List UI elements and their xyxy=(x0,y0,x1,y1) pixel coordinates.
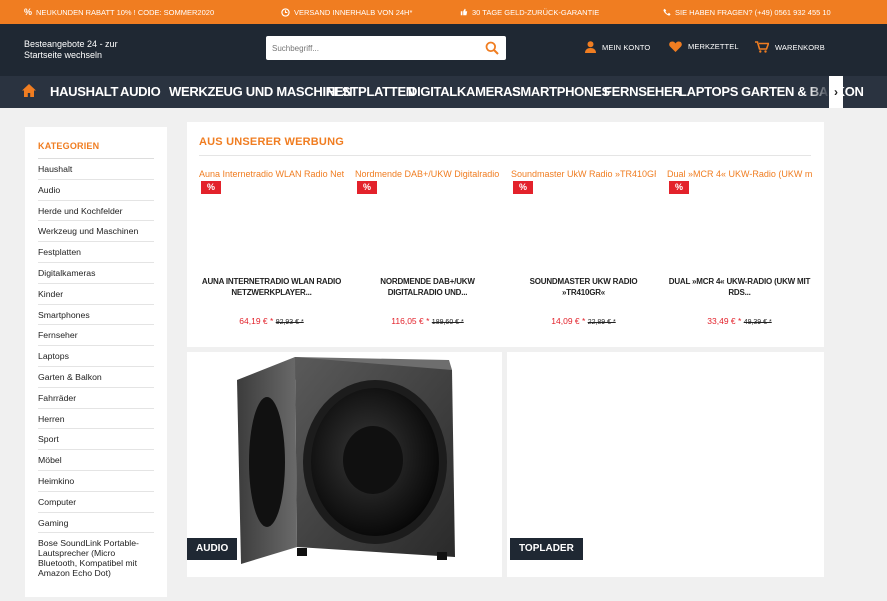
sidebar-item-audio[interactable]: Audio xyxy=(38,180,154,201)
sidebar-item-haushalt[interactable]: Haushalt xyxy=(38,159,154,180)
product-image-link[interactable]: Nordmende DAB+/UKW Digitalradio xyxy=(355,169,500,181)
sidebar-item-kinder[interactable]: Kinder xyxy=(38,284,154,305)
top-bar-item-contact: SIE HABEN FRAGEN? (+49) 0561 932 455 10 xyxy=(663,8,831,17)
percent-icon: % xyxy=(24,7,33,17)
discount-badge: % xyxy=(513,181,533,194)
sidebar-item-digitalkameras[interactable]: Digitalkameras xyxy=(38,263,154,284)
chevron-right-icon: › xyxy=(834,85,838,99)
cart-icon xyxy=(755,41,769,53)
wishlist-link[interactable]: MERKZETTEL xyxy=(669,41,739,52)
nav-item-garten-balkon[interactable]: GARTEN & BALKON xyxy=(741,76,864,108)
sidebar-title: KATEGORIEN xyxy=(38,141,100,151)
product-card: Dual »MCR 4« UKW-Radio (UKW mit RDS) % D… xyxy=(667,169,812,334)
nav-item-fernseher[interactable]: FERNSEHER xyxy=(604,76,682,108)
search-button[interactable] xyxy=(478,36,506,60)
product-price: 64,19 € * 92,93 € * xyxy=(199,316,344,326)
tile-label-audio: AUDIO xyxy=(187,538,238,560)
cart-link[interactable]: WARENKORB xyxy=(755,41,825,53)
old-price: 189,60 € * xyxy=(431,319,464,326)
product-card: Nordmende DAB+/UKW Digitalradio % NORDME… xyxy=(355,169,500,334)
sidebar-item-smartphones[interactable]: Smartphones xyxy=(38,305,154,326)
current-price: 64,19 € * xyxy=(239,316,274,326)
product-title[interactable]: AUNA INTERNETRADIO WLAN RADIO NETZWERKPL… xyxy=(199,276,344,298)
category-tile-toplader[interactable]: TOPLADER xyxy=(507,352,824,577)
cart-label: WARENKORB xyxy=(775,42,825,52)
discount-badge: % xyxy=(669,181,689,194)
current-price: 14,09 € * xyxy=(551,316,586,326)
nav-item-laptops[interactable]: LAPTOPS xyxy=(679,76,738,108)
sidebar-item-fahrraeder[interactable]: Fahrräder xyxy=(38,388,154,409)
category-tile-audio[interactable]: AUDIO xyxy=(187,352,502,577)
top-bar-text: SIE HABEN FRAGEN? (+49) 0561 932 455 10 xyxy=(675,7,831,17)
nav-item-werkzeug[interactable]: WERKZEUG UND MASCHINEN xyxy=(169,76,353,108)
old-price: 92,93 € * xyxy=(275,319,304,326)
sidebar-item-laptops[interactable]: Laptops xyxy=(38,346,154,367)
wishlist-label: MERKZETTEL xyxy=(688,42,739,51)
main-navigation: HAUSHALT AUDIO WERKZEUG UND MASCHINEN FE… xyxy=(0,76,887,108)
nav-item-haushalt[interactable]: HAUSHALT xyxy=(50,76,118,108)
sidebar-item-bose-soundlink[interactable]: Bose SoundLink Portable-Lautsprecher (Mi… xyxy=(38,533,154,578)
top-bar-text: VERSAND INNERHALB VON 24H* xyxy=(294,7,413,17)
product-image-link[interactable]: Soundmaster UkW Radio »TR410GR« xyxy=(511,169,656,181)
sidebar-item-computer[interactable]: Computer xyxy=(38,492,154,513)
category-sidebar: KATEGORIEN Haushalt Audio Herde und Koch… xyxy=(25,127,167,597)
product-title[interactable]: SOUNDMASTER UKW RADIO »TR410GR« xyxy=(511,276,656,298)
current-price: 33,49 € * xyxy=(707,316,742,326)
promo-heading: AUS UNSERER WERBUNG xyxy=(199,136,344,148)
nav-item-digitalkameras[interactable]: DIGITALKAMERAS xyxy=(408,76,521,108)
old-price: 22,89 € * xyxy=(587,319,616,326)
sidebar-item-fernseher[interactable]: Fernseher xyxy=(38,325,154,347)
product-price: 33,49 € * 49,39 € * xyxy=(667,316,812,326)
top-bar-item-shipping: VERSAND INNERHALB VON 24H* xyxy=(281,8,412,17)
product-title[interactable]: DUAL »MCR 4« UKW-RADIO (UKW MIT RDS... xyxy=(667,276,812,298)
clock-icon xyxy=(281,7,290,17)
sidebar-item-herren[interactable]: Herren xyxy=(38,409,154,430)
product-title[interactable]: NORDMENDE DAB+/UKW DIGITALRADIO UND... xyxy=(355,276,500,298)
sidebar-item-heimkino[interactable]: Heimkino xyxy=(38,471,154,492)
account-link[interactable]: MEIN KONTO xyxy=(585,41,650,53)
product-card: Soundmaster UkW Radio »TR410GR« % SOUNDM… xyxy=(511,169,656,334)
sidebar-item-gaming[interactable]: Gaming xyxy=(38,513,154,534)
top-bar-text: NEUKUNDEN RABATT 10% ! CODE: SOMMER2020 xyxy=(36,7,215,17)
nav-item-festplatten[interactable]: FESTPLATTEN xyxy=(326,76,415,108)
account-label: MEIN KONTO xyxy=(602,42,651,52)
promo-divider xyxy=(199,155,811,156)
tile-label-toplader: TOPLADER xyxy=(510,538,583,560)
category-list: Haushalt Audio Herde und Kochfelder Werk… xyxy=(38,159,154,578)
promo-section: AUS UNSERER WERBUNG Auna Internetradio W… xyxy=(187,122,824,347)
sidebar-item-herde[interactable]: Herde und Kochfelder xyxy=(38,201,154,222)
discount-badge: % xyxy=(357,181,377,194)
sidebar-item-sport[interactable]: Sport xyxy=(38,429,154,451)
search-icon xyxy=(485,41,499,55)
logo-home-link[interactable]: Besteangebote 24 - zur Startseite wechse… xyxy=(24,39,134,61)
product-image-link[interactable]: Auna Internetradio WLAN Radio Netzwerkpl… xyxy=(199,169,344,181)
search-input[interactable] xyxy=(266,37,478,59)
product-card: Auna Internetradio WLAN Radio Netzwerkpl… xyxy=(199,169,344,334)
sidebar-item-festplatten[interactable]: Festplatten xyxy=(38,242,154,263)
product-image-link[interactable]: Dual »MCR 4« UKW-Radio (UKW mit RDS) xyxy=(667,169,812,181)
top-bar-item-guarantee: 30 TAGE GELD-ZURÜCK-GARANTIE xyxy=(460,8,599,17)
home-icon[interactable] xyxy=(22,84,36,102)
old-price: 49,39 € * xyxy=(743,319,772,326)
nav-fade xyxy=(808,76,830,108)
product-price: 14,09 € * 22,89 € * xyxy=(511,316,656,326)
nav-item-audio[interactable]: AUDIO xyxy=(120,76,161,108)
nav-item-smartphones[interactable]: SMARTPHONES xyxy=(512,76,610,108)
phone-icon xyxy=(663,8,671,16)
current-price: 116,05 € * xyxy=(391,316,430,326)
promo-top-bar: % NEUKUNDEN RABATT 10% ! CODE: SOMMER202… xyxy=(0,0,887,24)
search-bar xyxy=(266,36,506,60)
thumbs-up-icon xyxy=(460,8,468,16)
product-price: 116,05 € * 189,60 € * xyxy=(355,316,500,326)
discount-badge: % xyxy=(201,181,221,194)
sidebar-item-garten-balkon[interactable]: Garten & Balkon xyxy=(38,367,154,388)
top-bar-item-discount: % NEUKUNDEN RABATT 10% ! CODE: SOMMER202… xyxy=(24,7,214,17)
sidebar-item-werkzeug[interactable]: Werkzeug und Maschinen xyxy=(38,221,154,243)
heart-icon xyxy=(669,41,682,52)
user-icon xyxy=(585,41,596,53)
nav-scroll-right-button[interactable]: › xyxy=(829,76,843,108)
site-header: Besteangebote 24 - zur Startseite wechse… xyxy=(0,24,887,76)
top-bar-text: 30 TAGE GELD-ZURÜCK-GARANTIE xyxy=(472,7,600,17)
sidebar-item-moebel[interactable]: Möbel xyxy=(38,450,154,471)
